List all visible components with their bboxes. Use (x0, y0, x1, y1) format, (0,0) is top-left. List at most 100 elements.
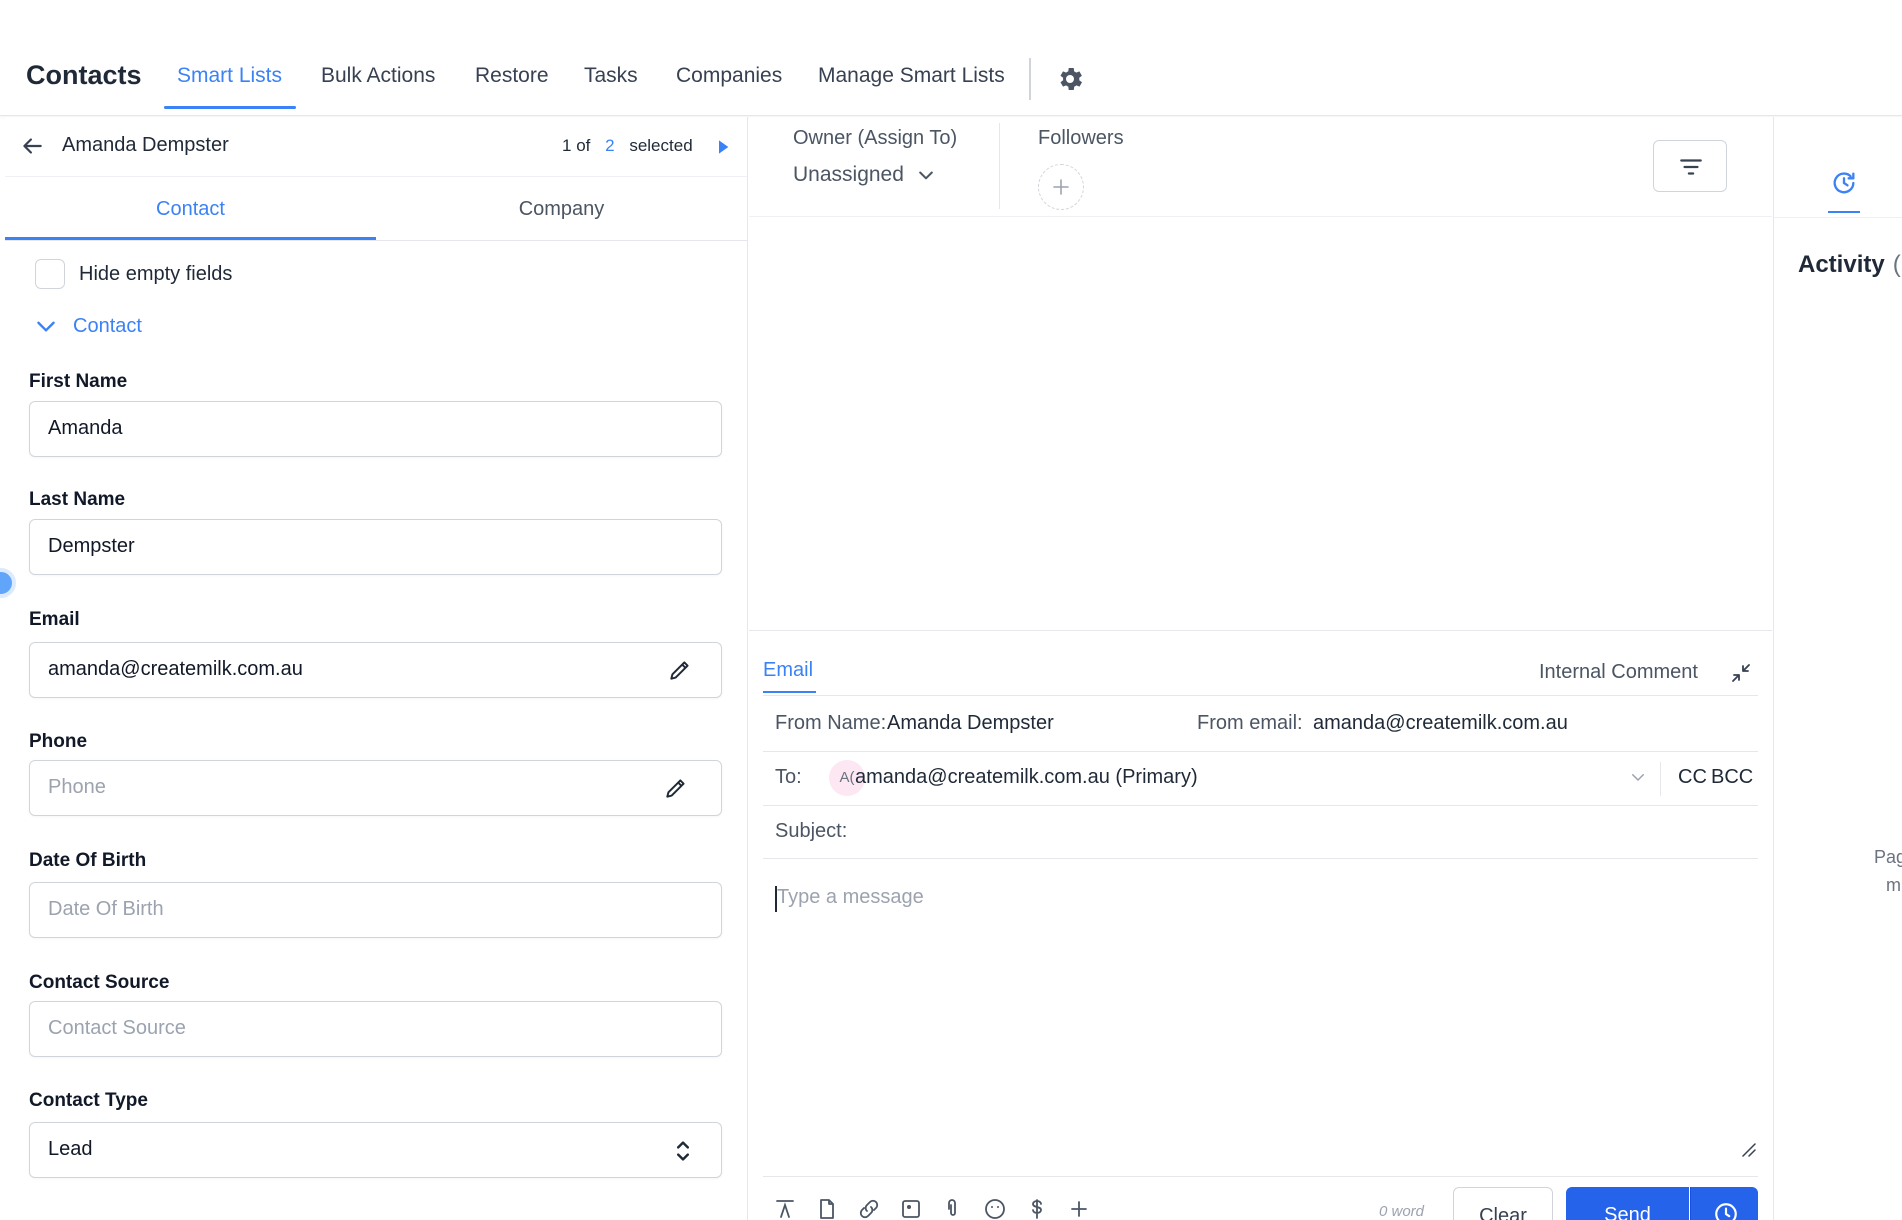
activity-note-line2: m (1886, 875, 1901, 895)
pager-total[interactable]: 2 (605, 136, 614, 155)
composer-tab-email[interactable]: Email (763, 659, 813, 682)
emoji-icon[interactable] (983, 1197, 1007, 1220)
back-arrow-icon[interactable] (19, 133, 45, 159)
conversation-panel: Owner (Assign To) Unassigned Followers E… (749, 117, 1772, 1220)
bcc-button[interactable]: BCC (1711, 766, 1753, 789)
resize-handle-icon[interactable] (1739, 1140, 1757, 1158)
followers-label: Followers (1038, 127, 1124, 149)
chevron-down-icon (919, 171, 933, 180)
contact-type-select[interactable]: Lead (29, 1122, 722, 1178)
chevron-down-icon[interactable] (1629, 768, 1647, 786)
to-recipient[interactable]: amanda@createmilk.com.au (Primary) (855, 766, 1198, 789)
pencil-icon[interactable] (663, 775, 689, 801)
contact-type-value: Lead (48, 1138, 93, 1160)
record-pager: 1 of 2 selected (562, 136, 693, 156)
first-name-label: First Name (29, 371, 128, 392)
tab-smart-lists[interactable]: Smart Lists (177, 64, 282, 88)
dob-placeholder: Date Of Birth (48, 898, 164, 920)
message-placeholder: Type a message (777, 886, 924, 908)
pencil-icon[interactable] (667, 657, 693, 683)
activity-empty-note: Pag m (1874, 843, 1902, 899)
subject-label: Subject: (775, 820, 848, 842)
dob-label: Date Of Birth (29, 850, 147, 871)
tab-companies[interactable]: Companies (676, 64, 782, 88)
clear-button[interactable]: Clear (1453, 1187, 1553, 1220)
composer-tab-internal-comment[interactable]: Internal Comment (1539, 661, 1698, 684)
activity-divider (1774, 217, 1902, 218)
history-icon[interactable] (1830, 169, 1858, 197)
contact-section-toggle[interactable]: Contact (33, 313, 142, 339)
email-field[interactable]: amanda@createmilk.com.au (29, 642, 722, 698)
last-name-field[interactable]: Dempster (29, 519, 722, 575)
active-tab-indicator (164, 106, 296, 109)
tab-manage-smart-lists[interactable]: Manage Smart Lists (818, 64, 1005, 88)
cc-divider (1660, 762, 1661, 796)
owner-select[interactable]: Unassigned (793, 163, 936, 187)
email-value: amanda@createmilk.com.au (48, 658, 303, 680)
plus-icon (1053, 179, 1069, 195)
plus-icon[interactable] (1067, 1197, 1091, 1220)
activity-count: ( (1892, 251, 1901, 278)
add-follower-button[interactable] (1038, 164, 1084, 210)
tab-bulk-actions[interactable]: Bulk Actions (321, 64, 435, 88)
collapse-icon[interactable] (1729, 661, 1753, 685)
subject-row[interactable]: Subject: (763, 805, 1758, 859)
last-name-label: Last Name (29, 489, 126, 510)
select-arrows-icon (676, 1141, 689, 1161)
attachment-icon[interactable] (941, 1197, 965, 1220)
template-icon[interactable] (815, 1197, 839, 1220)
pager-selected: selected (629, 136, 693, 155)
clock-icon (1715, 1203, 1737, 1220)
chevron-down-icon (37, 321, 55, 332)
tab-tasks[interactable]: Tasks (584, 64, 638, 88)
filter-button[interactable] (1653, 140, 1727, 192)
from-name-label: From Name: (775, 712, 887, 734)
tab-contact[interactable]: Contact (5, 177, 376, 241)
top-navigation: Contacts Smart Lists Bulk Actions Restor… (0, 0, 1902, 116)
hide-empty-checkbox[interactable] (35, 259, 65, 289)
contact-source-field[interactable]: Contact Source (29, 1001, 722, 1057)
tab-restore[interactable]: Restore (475, 64, 549, 88)
contact-subtabs: Contact Company (5, 177, 747, 241)
pager-of: of (576, 136, 591, 155)
text-format-icon[interactable] (773, 1197, 797, 1220)
dollar-icon[interactable] (1025, 1197, 1049, 1220)
activity-panel: Activity ( Pag m (1773, 117, 1902, 1220)
send-button[interactable]: Send (1566, 1187, 1689, 1220)
contact-type-label: Contact Type (29, 1090, 148, 1111)
owner-value: Unassigned (793, 163, 904, 186)
from-row: From Name: Amanda Dempster From email: a… (763, 695, 1758, 751)
dob-field[interactable]: Date Of Birth (29, 882, 722, 938)
cc-button[interactable]: CC (1678, 766, 1707, 789)
hide-empty-toggle: Hide empty fields (35, 259, 232, 289)
message-body[interactable]: Type a message (763, 874, 1758, 1174)
from-name-value[interactable]: Amanda Dempster (887, 712, 1054, 735)
activity-note-line1: Pag (1874, 847, 1902, 867)
filter-icon (1680, 159, 1702, 175)
phone-label: Phone (29, 731, 88, 752)
message-composer: Email Internal Comment From Name: Amanda… (749, 630, 1772, 1220)
word-count: 0 word (1379, 1203, 1425, 1220)
from-email-label: From email: (1197, 712, 1303, 734)
image-icon[interactable] (899, 1197, 923, 1220)
contact-name: Amanda Dempster (62, 134, 229, 156)
to-row: To: A( amanda@createmilk.com.au (Primary… (763, 751, 1758, 805)
link-icon[interactable] (857, 1197, 881, 1220)
nav-divider (1029, 58, 1031, 100)
next-record-icon[interactable] (716, 139, 730, 155)
gear-icon[interactable] (1055, 64, 1085, 94)
tab-company[interactable]: Company (376, 177, 747, 241)
owner-label: Owner (Assign To) (793, 127, 958, 149)
pager-current: 1 (562, 136, 572, 155)
page-title: Contacts (26, 60, 142, 90)
schedule-send-button[interactable] (1690, 1187, 1758, 1220)
phone-field[interactable]: Phone (29, 760, 722, 816)
first-name-value: Amanda (48, 417, 123, 439)
activity-title-text: Activity (1798, 251, 1885, 278)
from-email-value[interactable]: amanda@createmilk.com.au (1313, 712, 1568, 735)
owner-divider (999, 123, 1000, 209)
contact-header: Amanda Dempster 1 of 2 selected (5, 117, 747, 177)
activity-tab-indicator (1828, 211, 1860, 213)
first-name-field[interactable]: Amanda (29, 401, 722, 457)
last-name-value: Dempster (48, 535, 135, 557)
